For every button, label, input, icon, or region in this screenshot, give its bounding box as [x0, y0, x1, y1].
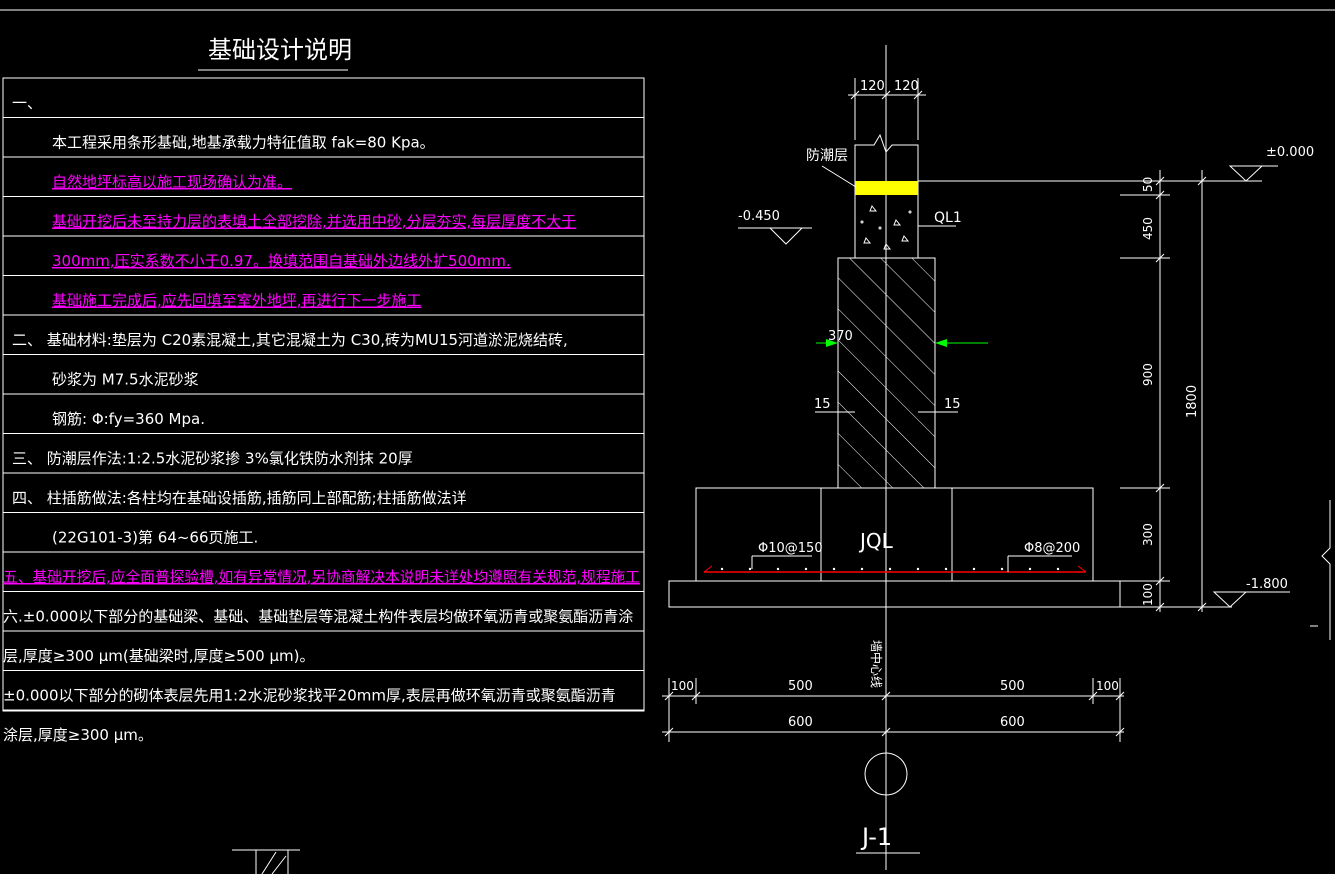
- elev-minus1800-label: -1.800: [1246, 577, 1288, 592]
- note-line: 五、基础开挖后,应全面普探验槽,如有异常情况,另协商解决本说明未详处均遵照有关规…: [3, 568, 640, 586]
- dim-label: 900: [1141, 363, 1155, 386]
- dim-label: 500: [1000, 679, 1025, 694]
- dim-label: 50: [1141, 177, 1155, 192]
- note-line: 层,厚度≥300 μm(基础梁时,厚度≥500 μm)。: [3, 647, 315, 665]
- centerline-label: 墙中心线: [869, 640, 884, 688]
- elev-minus0450-label: -0.450: [738, 209, 780, 224]
- dim-label: 100: [671, 679, 694, 693]
- note-line: 砂浆为 M7.5水泥砂浆: [52, 371, 199, 389]
- note-line: 三、 防潮层作法:1:2.5水泥砂浆掺 3%氯化铁防水剂抹 20厚: [12, 450, 413, 468]
- notes-title: 基础设计说明: [208, 36, 352, 64]
- dim-label: 100: [1096, 679, 1119, 693]
- offset-left-label: 15: [814, 397, 831, 412]
- dim-label: 300: [1141, 523, 1155, 546]
- total-height-label: 1800: [1185, 385, 1200, 418]
- jql-label: JQL: [858, 529, 894, 553]
- ql1-label: QL1: [934, 210, 962, 226]
- green-arrow: [935, 339, 947, 347]
- dim-label: 600: [1000, 715, 1025, 730]
- damp-proof-leader: [821, 165, 857, 188]
- bottom-dim-lines: [662, 678, 1125, 742]
- brick-footing: [837, 257, 936, 489]
- note-line: 涂层,厚度≥300 μm。: [3, 726, 153, 744]
- note-line: 基础开挖后未至持力层的表填土全部挖除,并选用中砂,分层夯实,每层厚度不大于: [52, 213, 576, 231]
- section-title: J-1: [860, 823, 892, 851]
- cad-drawing-canvas: 基础设计说明 一、本工程采用条形基础,地基承载力特征值取 fak=80 Kpa。…: [0, 9, 1335, 874]
- dim-label: 500: [788, 679, 813, 694]
- dim-label: 450: [1141, 217, 1155, 240]
- note-line: 钢筋: Φ:fy=360 Mpa.: [52, 410, 205, 428]
- design-notes-panel: 基础设计说明 一、本工程采用条形基础,地基承载力特征值取 fak=80 Kpa。…: [2, 36, 645, 744]
- elevation-marker: [738, 227, 812, 245]
- partial-break-line: [1321, 500, 1331, 640]
- note-line: ±0.000以下部分的砌体表层先用1:2水泥砂浆找平20mm厚,表层再做环氧沥青…: [3, 687, 616, 705]
- damp-proof-label: 防潮层: [806, 148, 848, 164]
- dim-label: 120: [894, 79, 919, 94]
- wall-width-label: 370: [828, 329, 853, 344]
- damp-proof-layer: [855, 181, 918, 195]
- cushion-layer: [668, 580, 1121, 608]
- rebar-hook: [703, 565, 1087, 573]
- note-line: 基础施工完成后,应先回填至室外地坪,再进行下一步施工: [52, 292, 422, 310]
- dim-label: 600: [788, 715, 813, 730]
- offset-right-label: 15: [944, 397, 961, 412]
- note-line: 四、 柱插筋做法:各柱均在基础设插筋,插筋同上部配筋;柱插筋做法详: [12, 489, 467, 507]
- partial-wall-fragment: [232, 849, 300, 874]
- elev-zero-label: ±0.000: [1266, 145, 1314, 160]
- note-line: 本工程采用条形基础,地基承载力特征值取 fak=80 Kpa。: [52, 134, 435, 152]
- notes-rows: 一、本工程采用条形基础,地基承载力特征值取 fak=80 Kpa。自然地坪标高以…: [3, 94, 644, 744]
- rebar-left-label: Φ10@150: [758, 541, 823, 556]
- note-line: 300mm,压实系数不小于0.97。换填范围自基础外边线外扩500mm.: [52, 252, 511, 270]
- dim-label: 100: [1141, 583, 1155, 606]
- note-line: 一、: [12, 94, 42, 112]
- note-line: 六.±0.000以下部分的基础梁、基础、基础垫层等混凝土构件表层均做环氧沥青或聚…: [3, 608, 633, 626]
- elevation-marker: [1228, 165, 1278, 182]
- note-line: 自然地坪标高以施工现场确认为准。: [52, 173, 292, 191]
- note-line: 二、 基础材料:垫层为 C20素混凝土,其它混凝土为 C30,砖为MU15河道淤…: [12, 331, 568, 349]
- dim-label: 120: [860, 79, 885, 94]
- note-line: (22G101-3)第 64~66页施工.: [52, 529, 258, 547]
- concrete-footing: [695, 487, 1094, 582]
- rebar-right-label: Φ8@200: [1024, 541, 1080, 556]
- foundation-section-drawing: 120 120 QL1 防潮层 ±0.000 -0.450 370 15 15 …: [662, 45, 1331, 870]
